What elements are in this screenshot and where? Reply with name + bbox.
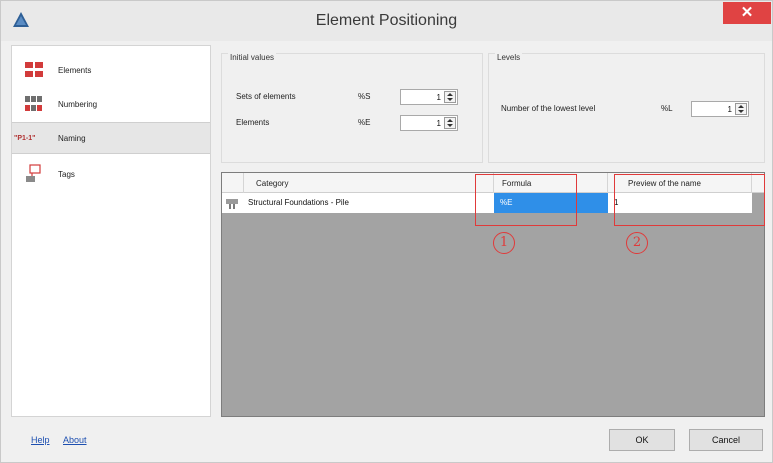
- naming-icon: "P1-1": [14, 134, 36, 142]
- sidebar-item-naming[interactable]: "P1-1" Naming: [12, 122, 210, 154]
- sidebar-item-label: Tags: [58, 169, 75, 179]
- elements-stepper[interactable]: 1: [400, 115, 458, 131]
- sidebar-item-elements[interactable]: Elements: [12, 54, 210, 86]
- window-title: Element Positioning: [315, 12, 458, 29]
- sets-code: %S: [358, 92, 371, 101]
- element-positioning-dialog: Element Positioning ✕ Elements Numbering…: [0, 0, 773, 463]
- column-header-category[interactable]: Category: [244, 173, 494, 193]
- tags-icon: [26, 164, 41, 182]
- grid-header-icon-col: [222, 173, 244, 193]
- cancel-button[interactable]: Cancel: [689, 429, 763, 451]
- sets-of-elements-label: Sets of elements: [236, 92, 296, 101]
- category-cell[interactable]: Structural Foundations - Pile: [244, 193, 494, 213]
- sidebar-item-label: Naming: [58, 133, 86, 143]
- lowest-level-stepper[interactable]: 1: [691, 101, 749, 117]
- callout-1: 1: [493, 232, 515, 254]
- formula-highlight-box: [475, 174, 577, 226]
- elements-icon: [25, 62, 43, 77]
- callout-2: 2: [626, 232, 648, 254]
- spin-arrows-icon[interactable]: [735, 103, 747, 115]
- levels-group: Levels Number of the lowest level %L 1: [488, 53, 765, 163]
- elements-label: Elements: [236, 118, 270, 127]
- numbering-icon: [25, 96, 42, 111]
- initial-values-group: Initial values Sets of elements %S 1 Ele…: [221, 53, 483, 163]
- ok-button[interactable]: OK: [609, 429, 675, 451]
- spin-arrows-icon[interactable]: [444, 117, 456, 129]
- title-bar: Element Positioning ✕: [1, 1, 772, 41]
- help-link[interactable]: Help: [31, 435, 50, 445]
- lowest-level-label: Number of the lowest level: [501, 104, 596, 113]
- sidebar-item-numbering[interactable]: Numbering: [12, 88, 210, 120]
- spin-arrows-icon[interactable]: [444, 91, 456, 103]
- foundation-category-icon: [226, 199, 238, 209]
- preview-highlight-box: [614, 174, 765, 226]
- sets-value: 1: [436, 93, 441, 102]
- lowest-level-code: %L: [661, 104, 673, 113]
- sidebar-item-label: Elements: [58, 65, 92, 75]
- sidebar-item-label: Numbering: [58, 99, 98, 109]
- about-link[interactable]: About: [63, 435, 87, 445]
- close-icon: ✕: [740, 4, 754, 21]
- sets-of-elements-stepper[interactable]: 1: [400, 89, 458, 105]
- group-title: Levels: [495, 53, 523, 62]
- group-title: Initial values: [228, 53, 277, 62]
- elements-code: %E: [358, 118, 371, 127]
- elements-value: 1: [436, 119, 441, 128]
- sidebar-item-tags[interactable]: Tags: [12, 158, 210, 190]
- close-button[interactable]: ✕: [723, 2, 771, 24]
- lowest-level-value: 1: [727, 105, 732, 114]
- sidebar: Elements Numbering "P1-1" Naming Tags: [11, 45, 211, 417]
